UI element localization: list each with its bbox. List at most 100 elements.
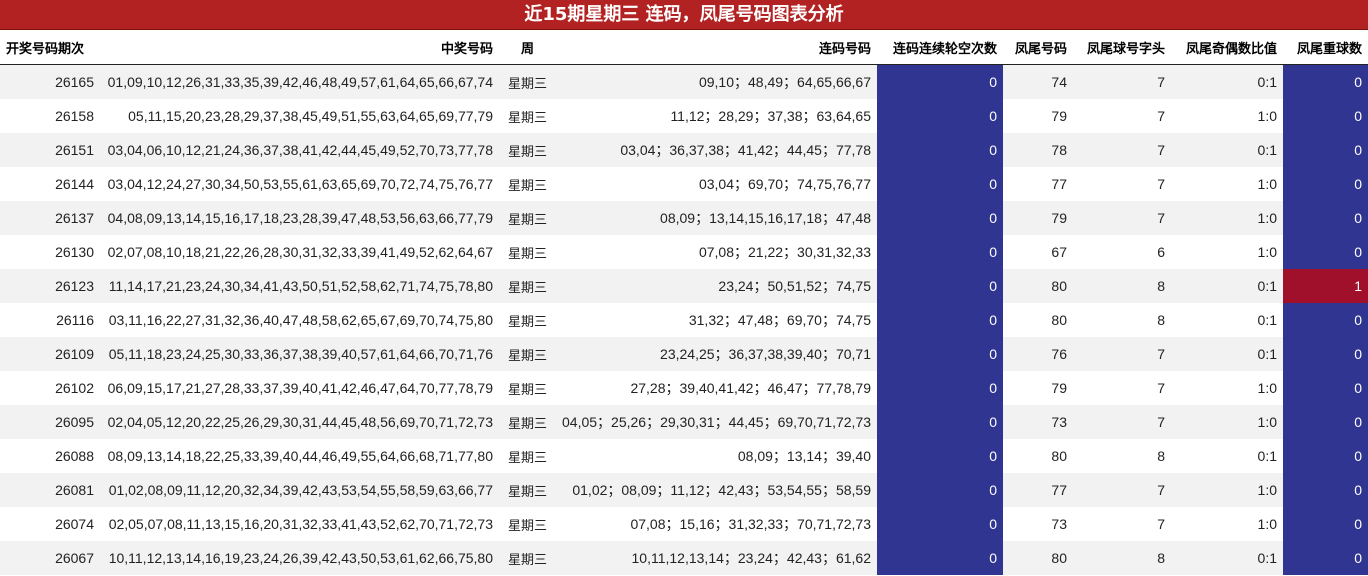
cell-tail-repeat: 0 (1283, 371, 1368, 405)
cell-tail: 80 (1003, 303, 1073, 337)
cell-streaks: 23,24,25；36,37,38,39,40；70,71 (556, 337, 877, 371)
cell-numbers: 03,04,12,24,27,30,34,50,53,55,61,63,65,6… (100, 167, 499, 201)
cell-numbers: 05,11,15,20,23,28,29,37,38,45,49,51,55,6… (100, 99, 499, 133)
table-row: 26130 02,07,08,10,18,21,22,26,28,30,31,32… (0, 235, 1368, 269)
analysis-table: 开奖号码期次 中奖号码 周 连码号码 连码连续轮空次数 凤尾号码 凤尾球号字头 … (0, 30, 1368, 575)
cell-numbers: 01,02,08,09,11,12,20,32,34,39,42,43,53,5… (100, 473, 499, 507)
table-row: 26067 10,11,12,13,14,16,19,23,24,26,39,42… (0, 541, 1368, 575)
page-title: 近15期星期三 连码，凤尾号码图表分析 (0, 0, 1368, 30)
cell-tail-head: 7 (1073, 337, 1171, 371)
cell-weekday: 星期三 (499, 133, 556, 167)
cell-tail-repeat: 0 (1283, 337, 1368, 371)
cell-weekday: 星期三 (499, 541, 556, 575)
table-row: 26123 11,14,17,21,23,24,30,34,41,43,50,51… (0, 269, 1368, 303)
cell-streaks: 08,09；13,14,15,16,17,18；47,48 (556, 201, 877, 235)
cell-tail-repeat: 0 (1283, 201, 1368, 235)
cell-issue: 26144 (0, 167, 100, 201)
cell-weekday: 星期三 (499, 167, 556, 201)
cell-streaks: 09,10；48,49；64,65,66,67 (556, 64, 877, 99)
header-tail-ratio: 凤尾奇偶数比值 (1171, 30, 1283, 65)
cell-numbers: 02,07,08,10,18,21,22,26,28,30,31,32,33,3… (100, 235, 499, 269)
cell-tail-ratio: 0:1 (1171, 269, 1283, 303)
cell-miss-count: 0 (877, 167, 1003, 201)
table-row: 26165 01,09,10,12,26,31,33,35,39,42,46,48… (0, 64, 1368, 99)
cell-tail: 77 (1003, 167, 1073, 201)
cell-weekday: 星期三 (499, 235, 556, 269)
cell-issue: 26102 (0, 371, 100, 405)
cell-tail-head: 7 (1073, 371, 1171, 405)
cell-tail-repeat: 0 (1283, 507, 1368, 541)
cell-weekday: 星期三 (499, 507, 556, 541)
cell-streaks: 10,11,12,13,14；23,24；42,43；61,62 (556, 541, 877, 575)
cell-issue: 26123 (0, 269, 100, 303)
cell-miss-count: 0 (877, 371, 1003, 405)
cell-issue: 26081 (0, 473, 100, 507)
header-miss-count: 连码连续轮空次数 (877, 30, 1003, 65)
cell-issue: 26067 (0, 541, 100, 575)
cell-tail-head: 7 (1073, 167, 1171, 201)
table-row: 26088 08,09,13,14,18,22,25,33,39,40,44,46… (0, 439, 1368, 473)
cell-miss-count: 0 (877, 235, 1003, 269)
cell-tail-ratio: 0:1 (1171, 64, 1283, 99)
header-row: 开奖号码期次 中奖号码 周 连码号码 连码连续轮空次数 凤尾号码 凤尾球号字头 … (0, 30, 1368, 65)
cell-weekday: 星期三 (499, 303, 556, 337)
cell-streaks: 07,08；15,16；31,32,33；70,71,72,73 (556, 507, 877, 541)
cell-tail-head: 7 (1073, 99, 1171, 133)
cell-numbers: 10,11,12,13,14,16,19,23,24,26,39,42,43,5… (100, 541, 499, 575)
header-issue: 开奖号码期次 (0, 30, 100, 65)
header-tail: 凤尾号码 (1003, 30, 1073, 65)
cell-tail-repeat: 0 (1283, 405, 1368, 439)
cell-tail-ratio: 1:0 (1171, 201, 1283, 235)
cell-tail: 80 (1003, 541, 1073, 575)
header-tail-repeat: 凤尾重球数 (1283, 30, 1368, 65)
cell-weekday: 星期三 (499, 269, 556, 303)
cell-tail-repeat: 0 (1283, 167, 1368, 201)
header-weekday: 周 (499, 30, 556, 65)
cell-tail-head: 8 (1073, 541, 1171, 575)
cell-streaks: 08,09；13,14；39,40 (556, 439, 877, 473)
cell-streaks: 11,12；28,29；37,38；63,64,65 (556, 99, 877, 133)
cell-weekday: 星期三 (499, 337, 556, 371)
cell-tail: 80 (1003, 439, 1073, 473)
cell-issue: 26165 (0, 64, 100, 99)
cell-tail-ratio: 0:1 (1171, 541, 1283, 575)
cell-tail: 74 (1003, 64, 1073, 99)
cell-weekday: 星期三 (499, 99, 556, 133)
cell-streaks: 04,05；25,26；29,30,31；44,45；69,70,71,72,7… (556, 405, 877, 439)
cell-streaks: 23,24；50,51,52；74,75 (556, 269, 877, 303)
cell-tail-ratio: 0:1 (1171, 439, 1283, 473)
cell-tail-ratio: 1:0 (1171, 371, 1283, 405)
cell-tail-repeat: 0 (1283, 64, 1368, 99)
cell-miss-count: 0 (877, 201, 1003, 235)
table-row: 26137 04,08,09,13,14,15,16,17,18,23,28,39… (0, 201, 1368, 235)
cell-weekday: 星期三 (499, 201, 556, 235)
table-row: 26081 01,02,08,09,11,12,20,32,34,39,42,43… (0, 473, 1368, 507)
table-row: 26102 06,09,15,17,21,27,28,33,37,39,40,41… (0, 371, 1368, 405)
cell-miss-count: 0 (877, 337, 1003, 371)
cell-tail-ratio: 0:1 (1171, 303, 1283, 337)
cell-tail-head: 6 (1073, 235, 1171, 269)
table-row: 26151 03,04,06,10,12,21,24,36,37,38,41,42… (0, 133, 1368, 167)
cell-numbers: 08,09,13,14,18,22,25,33,39,40,44,46,49,5… (100, 439, 499, 473)
cell-numbers: 04,08,09,13,14,15,16,17,18,23,28,39,47,4… (100, 201, 499, 235)
cell-tail-ratio: 1:0 (1171, 473, 1283, 507)
cell-tail-head: 7 (1073, 64, 1171, 99)
table-row: 26116 03,11,16,22,27,31,32,36,40,47,48,58… (0, 303, 1368, 337)
cell-streaks: 07,08；21,22；30,31,32,33 (556, 235, 877, 269)
cell-tail-repeat: 0 (1283, 473, 1368, 507)
table-row: 26158 05,11,15,20,23,28,29,37,38,45,49,51… (0, 99, 1368, 133)
cell-tail: 79 (1003, 201, 1073, 235)
cell-tail-repeat: 0 (1283, 541, 1368, 575)
cell-streaks: 03,04；69,70；74,75,76,77 (556, 167, 877, 201)
cell-issue: 26151 (0, 133, 100, 167)
cell-miss-count: 0 (877, 405, 1003, 439)
header-numbers: 中奖号码 (100, 30, 499, 65)
cell-miss-count: 0 (877, 507, 1003, 541)
cell-miss-count: 0 (877, 99, 1003, 133)
cell-tail-ratio: 0:1 (1171, 133, 1283, 167)
cell-weekday: 星期三 (499, 405, 556, 439)
cell-numbers: 01,09,10,12,26,31,33,35,39,42,46,48,49,5… (100, 64, 499, 99)
cell-weekday: 星期三 (499, 64, 556, 99)
cell-issue: 26137 (0, 201, 100, 235)
cell-streaks: 27,28；39,40,41,42；46,47；77,78,79 (556, 371, 877, 405)
